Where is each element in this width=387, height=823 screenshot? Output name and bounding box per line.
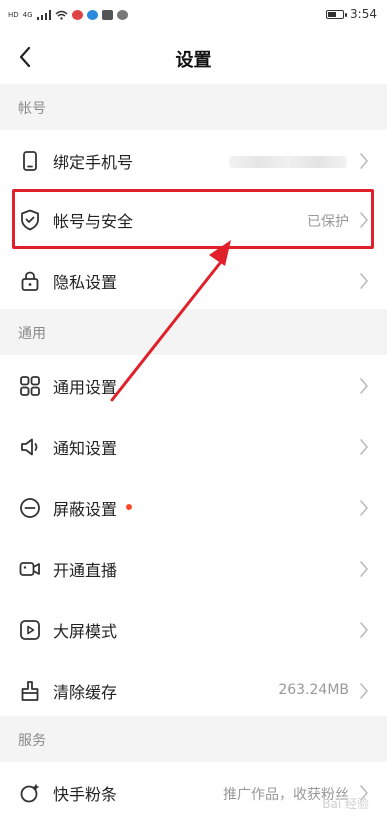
new-badge-dot: [126, 504, 132, 510]
settings-item-big-screen[interactable]: 大屏模式: [0, 599, 387, 660]
settings-item-label: 屏蔽设置: [53, 500, 118, 519]
chevron-right-icon: [360, 153, 368, 169]
speaker-icon: [21, 438, 38, 456]
settings-item-live[interactable]: 开通直播: [0, 538, 387, 599]
page-title: 设置: [175, 50, 212, 71]
section-title: 通用: [18, 326, 46, 342]
chevron-right-icon: [360, 561, 368, 577]
wifi-icon: [55, 10, 68, 20]
status-right: 3:54: [326, 7, 377, 21]
settings-item-label: 大屏模式: [53, 622, 118, 641]
section-title: 帐号: [18, 101, 46, 117]
app-icon: [86, 10, 98, 20]
settings-item-label: 绑定手机号: [53, 153, 134, 172]
phone-number-masked: [229, 156, 347, 168]
phone-icon: [23, 151, 37, 171]
cache-size-value: 263.24MB: [278, 682, 349, 698]
chevron-right-icon: [360, 500, 368, 516]
settings-item-label: 开通直播: [53, 561, 118, 580]
status-bar: HD 4G 3:54: [0, 0, 387, 30]
chevron-right-icon: [360, 273, 368, 289]
settings-item-label: 快手粉条: [53, 785, 118, 804]
settings-item-block[interactable]: 屏蔽设置: [0, 477, 387, 538]
signal-icon: [36, 10, 51, 20]
settings-item-notification[interactable]: 通知设置: [0, 416, 387, 477]
settings-item-label: 通用设置: [53, 378, 118, 397]
weibo-icon: [71, 10, 83, 20]
lock-icon: [21, 271, 39, 291]
video-camera-icon: [19, 562, 40, 576]
wechat-icon: [116, 10, 128, 20]
status-time: 3:54: [350, 7, 377, 21]
settings-item-bind-phone[interactable]: 绑定手机号: [0, 130, 387, 191]
section-header-general: 通用: [0, 309, 387, 355]
section-header-services: 服务: [0, 716, 387, 762]
status-tag: HD: [8, 11, 19, 19]
sparkle-icon: [20, 783, 40, 803]
chevron-right-icon: [360, 439, 368, 455]
minus-circle-icon: [20, 498, 40, 518]
settings-item-label: 通知设置: [53, 439, 118, 458]
watermark: Bai 经验: [322, 797, 369, 811]
settings-item-label: 清除缓存: [53, 683, 118, 702]
chevron-right-icon: [360, 622, 368, 638]
broom-icon: [21, 681, 39, 701]
play-screen-icon: [20, 620, 40, 640]
chevron-right-icon: [360, 683, 368, 699]
section-header-account: 帐号: [0, 84, 387, 130]
status-icons: HD 4G: [8, 9, 128, 21]
chevron-right-icon: [360, 378, 368, 394]
highlight-box: [12, 189, 374, 249]
grid-icon: [20, 376, 40, 396]
settings-item-privacy[interactable]: 隐私设置: [0, 250, 387, 311]
section-title: 服务: [18, 733, 46, 749]
header: 设置: [0, 30, 387, 84]
settings-item-label: 隐私设置: [53, 273, 118, 292]
settings-item-fans[interactable]: 快手粉条 推广作品，收获粉丝: [0, 762, 387, 823]
battery-icon: [326, 9, 348, 19]
tiktok-icon: [101, 10, 113, 20]
settings-item-general[interactable]: 通用设置: [0, 355, 387, 416]
status-tag: 4G: [22, 11, 33, 19]
battery-fill: [328, 11, 336, 17]
settings-item-clear-cache[interactable]: 清除缓存 263.24MB: [0, 660, 387, 721]
